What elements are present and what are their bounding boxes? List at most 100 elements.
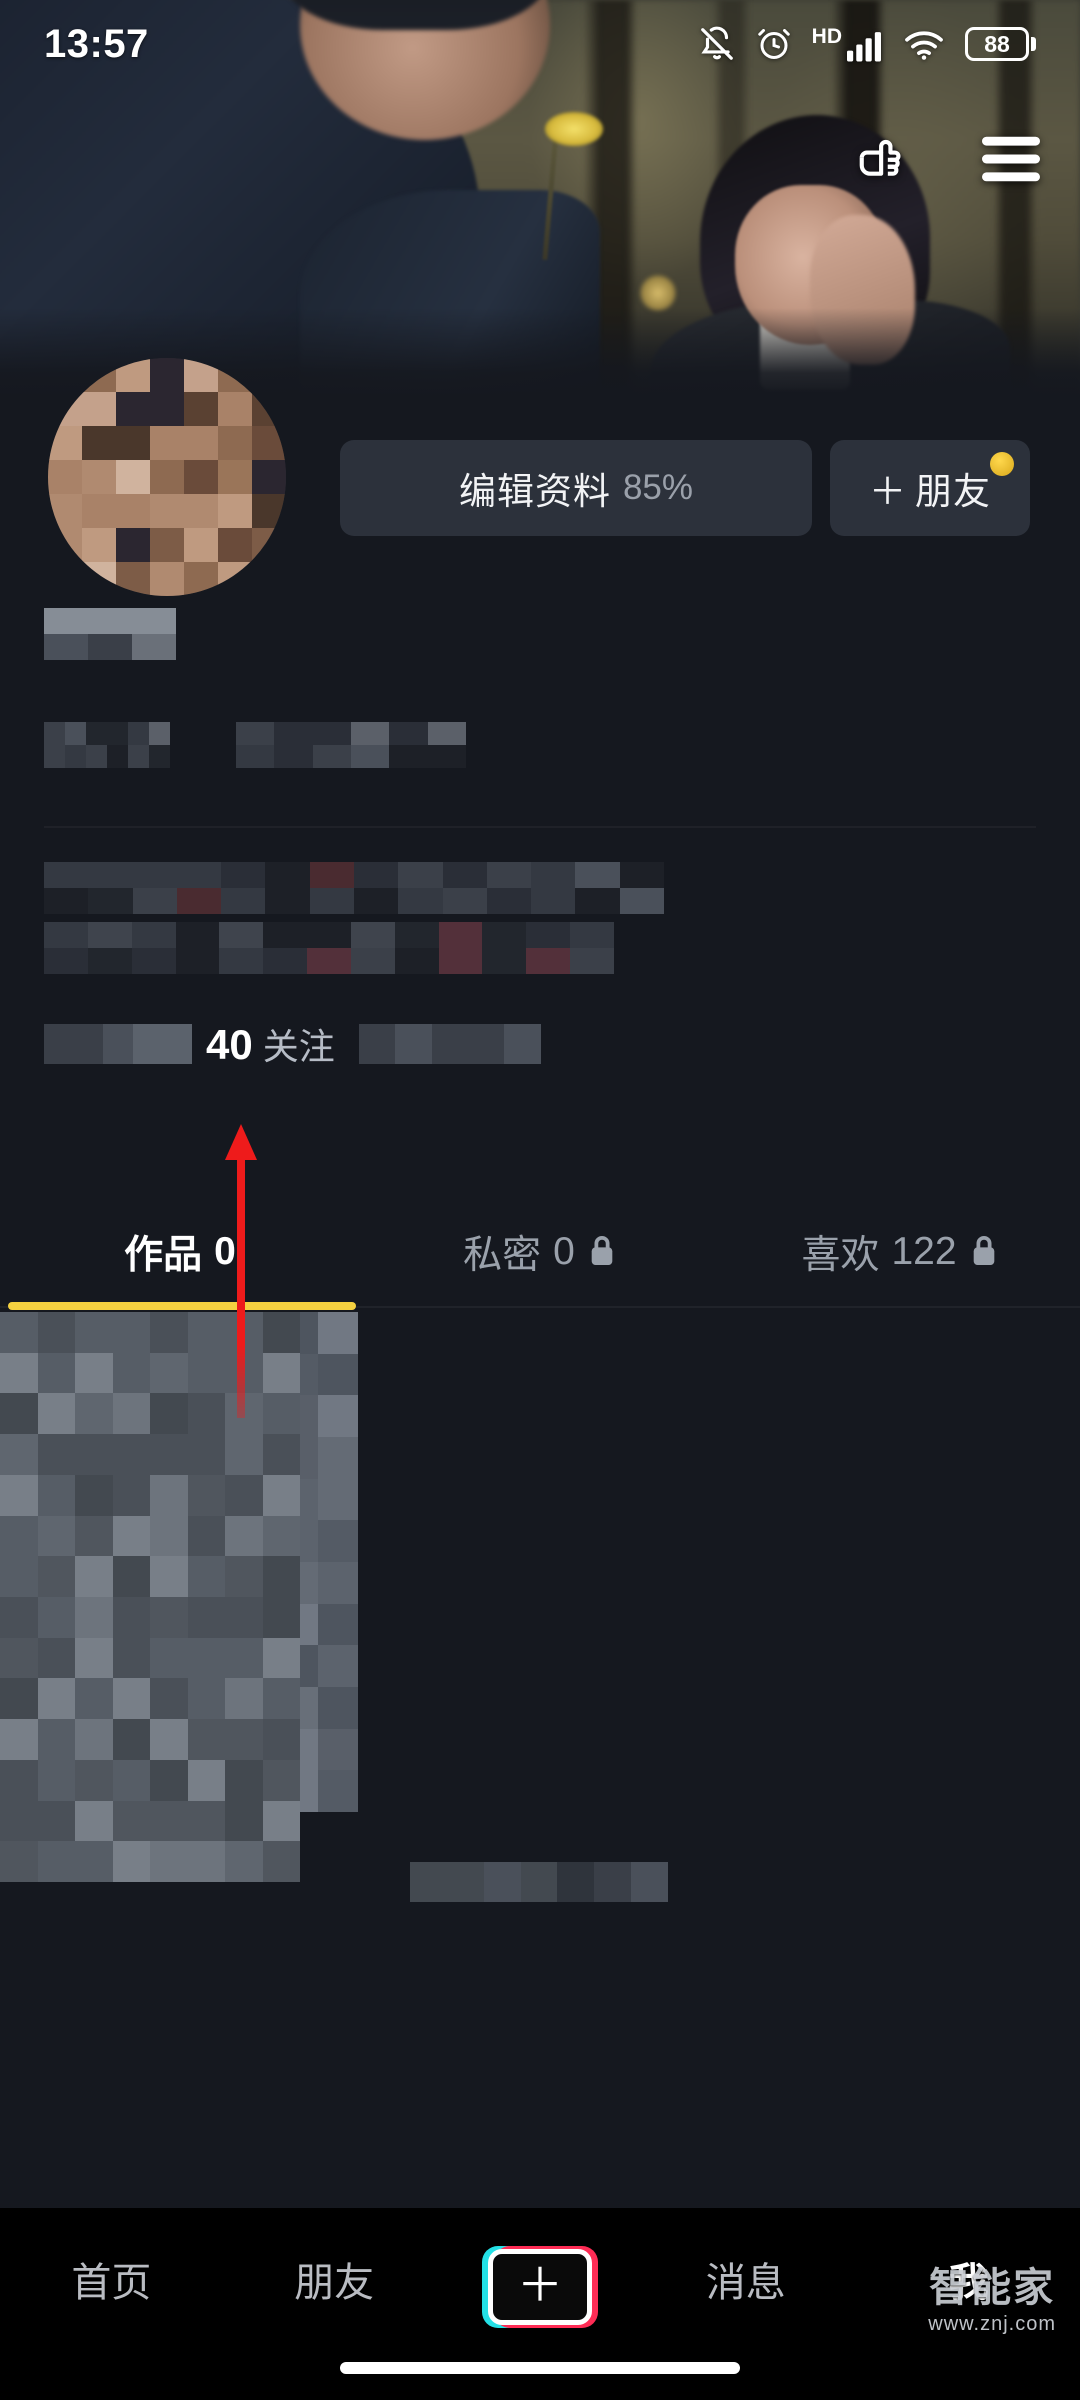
mosaic-tile [225,1759,263,1801]
tab-likes-label: 喜欢 [801,1234,880,1277]
mosaic-tile [44,888,89,914]
tab-works-label: 作品 [124,1234,203,1277]
mosaic-tile [221,862,266,888]
mosaic-tile [221,888,266,914]
mosaic-tile [318,1603,358,1646]
mosaic-tile [107,722,128,745]
mosaic-tile [252,460,286,494]
nav-item-create[interactable]: ＋ [481,2246,598,2328]
mosaic-tile [132,888,177,914]
mosaic-tile [218,562,252,596]
tab-works[interactable]: 作品 0 [0,1190,360,1314]
mosaic-tile [112,1719,150,1760]
mosaic-tile [309,862,354,888]
mosaic-tile [116,528,150,562]
add-friend-button[interactable]: ＋ 朋友 [830,440,1030,536]
mosaic-tile [187,1637,225,1679]
mosaic-tile [594,1862,632,1902]
mosaic-tile [82,426,116,460]
mosaic-tile [48,528,82,562]
tab-active-underline [8,1302,356,1310]
mosaic-tile [187,1597,225,1638]
mosaic-tile [263,948,308,974]
nav-item-home[interactable]: 首页 [36,2246,186,2312]
mosaic-tile [88,608,132,634]
avatar[interactable] [48,358,286,596]
mosaic-tile [531,862,576,888]
mosaic-tile [318,1312,358,1354]
mosaic-tile [252,426,286,460]
mosaic-tile [112,1393,150,1435]
mosaic-tile [44,722,65,745]
mosaic-tile [44,745,65,768]
status-bar: 13:57 HD 88 [0,0,1080,88]
mosaic-tile [318,1395,358,1437]
mosaic-tile [557,1862,595,1902]
mosaic-tile [73,1024,104,1064]
site-watermark: 智能家 www.znj.com [928,2268,1056,2336]
mosaic-tile [482,948,527,974]
edit-profile-button[interactable]: 编辑资料 85% [340,440,812,536]
mosaic-tile [262,1597,300,1638]
mosaic-tile [112,1841,150,1882]
mosaic-tile [44,862,89,888]
content-grid [0,1312,1080,2212]
mosaic-tile [486,862,532,888]
lock-icon [587,1233,617,1272]
mosaic-tile [262,1637,300,1679]
tab-likes[interactable]: 喜欢 122 [720,1190,1080,1314]
mosaic-tile [176,888,222,914]
mosaic-tile [37,1393,75,1435]
mosaic-tile [318,1645,358,1687]
mosaic-tile [350,745,390,768]
tab-private-label: 私密 [463,1234,542,1277]
profile-completion-percent: 85% [622,468,694,507]
profile-section: 编辑资料 85% ＋ 朋友 40 关注 [0,358,1080,1070]
mosaic-tile [48,562,82,596]
hamburger-menu-icon[interactable] [982,136,1040,182]
mosaic-tile [219,922,264,948]
add-friend-badge-dot [990,452,1014,476]
mosaic-tile [132,634,176,660]
mosaic-tile [187,1719,225,1760]
nav-item-friends[interactable]: 朋友 [259,2246,409,2312]
mosaic-tile [48,392,82,426]
mosaic-tile [438,948,483,974]
tab-private[interactable]: 私密 0 [360,1190,720,1314]
stat-following[interactable]: 40 关注 [206,1018,335,1070]
mosaic-tile [37,1800,75,1842]
mosaic-tile [44,922,88,948]
watermark-url: www.znj.com [928,2313,1056,2335]
content-caption-redacted [410,1862,668,1902]
mosaic-tile [86,722,107,745]
mosaic-tile [353,862,399,888]
mosaic-tile [225,1474,263,1516]
stat-fans-redacted[interactable] [44,1024,192,1064]
mosaic-tile [0,1678,38,1720]
content-caption-mosaic [410,1862,668,1902]
profile-id-redacted [44,722,170,768]
home-indicator[interactable] [340,2362,740,2374]
mosaic-tile [65,722,86,745]
mosaic-tile [75,1719,113,1760]
mosaic-tile [175,922,220,948]
mosaic-tile [398,888,443,914]
mosaic-tile [150,1759,188,1801]
mosaic-tile [218,392,252,426]
mosaic-tile [252,528,286,562]
mosaic-tile [88,862,133,888]
mosaic-tile [262,1841,300,1882]
profile-bio[interactable] [0,862,1080,974]
mosaic-tile [262,1759,300,1801]
pointing-hand-icon[interactable] [854,128,916,190]
nav-item-messages[interactable]: 消息 [671,2246,821,2312]
add-friend-plus: ＋ [869,471,907,512]
stat-likes-redacted[interactable] [358,1024,541,1064]
mosaic-tile [0,1597,38,1638]
alarm-clock-icon [756,26,792,62]
hd-signal-group: HD [812,26,883,63]
mosaic-tile [116,562,150,596]
mosaic-tile [187,1515,225,1557]
mosaic-tile [184,392,218,426]
nav-home-label: 首页 [71,2261,152,2305]
